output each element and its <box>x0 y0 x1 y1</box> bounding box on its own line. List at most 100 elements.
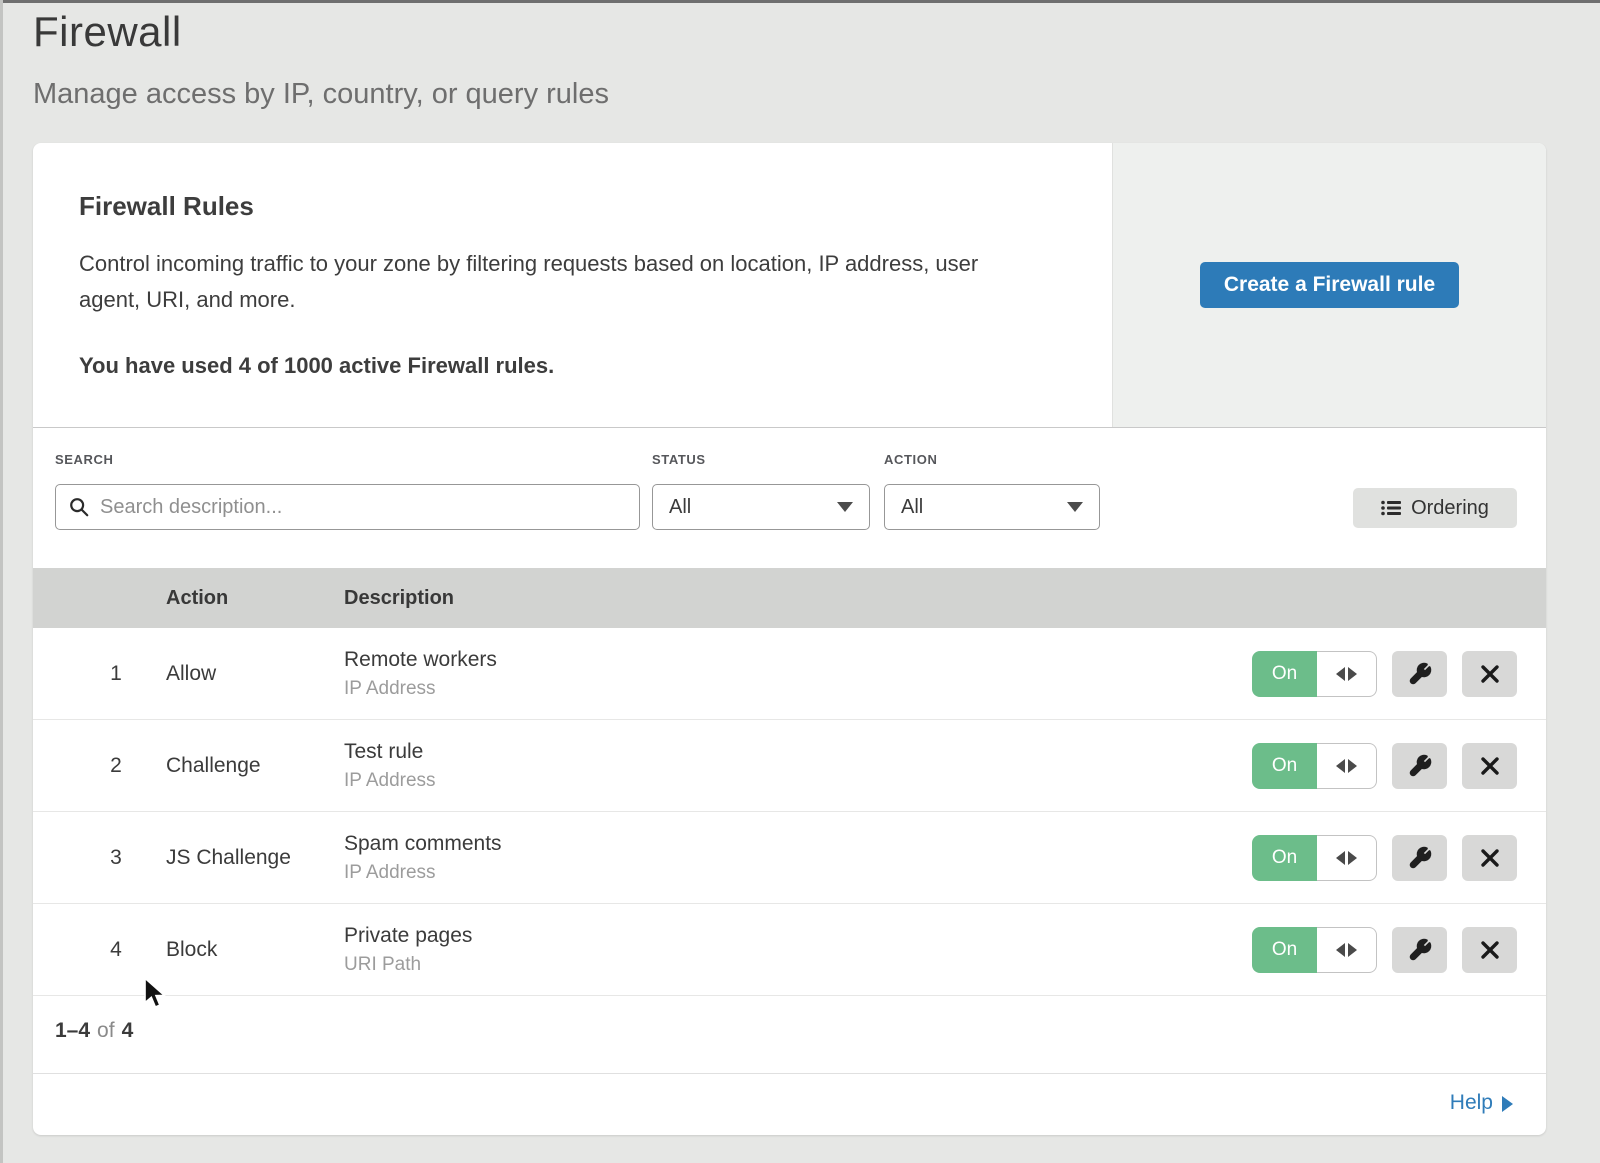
rule-match-field: URI Path <box>344 954 472 976</box>
close-icon <box>1479 939 1501 961</box>
rule-action: Allow <box>166 662 216 686</box>
pagination-range: 1–4 <box>55 1019 90 1042</box>
toggle-arrows-icon <box>1336 667 1345 681</box>
filter-bar: SEARCH STATUS All ACTION All Ordering <box>33 427 1546 568</box>
rule-priority: 4 <box>98 938 134 962</box>
rule-match-field: IP Address <box>344 678 497 700</box>
ordering-list-icon <box>1381 500 1401 516</box>
close-icon <box>1479 847 1501 869</box>
create-firewall-rule-button[interactable]: Create a Firewall rule <box>1200 262 1459 308</box>
rule-description: Spam comments IP Address <box>344 832 502 884</box>
toggle-on-segment[interactable]: On <box>1252 651 1317 697</box>
toggle-arrows-icon <box>1336 759 1345 773</box>
rule-match-field: IP Address <box>344 770 436 792</box>
rule-action: Block <box>166 938 217 962</box>
rule-row: 2 Challenge Test rule IP Address On <box>33 720 1546 812</box>
rule-description-title: Spam comments <box>344 832 502 856</box>
toggle-on-segment[interactable]: On <box>1252 743 1317 789</box>
page-title: Firewall <box>33 8 182 56</box>
delete-rule-button[interactable] <box>1462 651 1517 697</box>
rule-action: Challenge <box>166 754 261 778</box>
search-field-wrap <box>55 484 640 530</box>
rule-description: Test rule IP Address <box>344 740 436 792</box>
delete-rule-button[interactable] <box>1462 835 1517 881</box>
rule-priority: 3 <box>98 846 134 870</box>
rule-row: 4 Block Private pages URI Path On <box>33 904 1546 996</box>
toggle-handle[interactable] <box>1317 743 1377 789</box>
edit-rule-button[interactable] <box>1392 743 1447 789</box>
search-label: SEARCH <box>55 452 114 467</box>
rule-enabled-toggle[interactable]: On <box>1252 835 1377 881</box>
firewall-card: Firewall Rules Control incoming traffic … <box>33 143 1546 1135</box>
rule-enabled-toggle[interactable]: On <box>1252 743 1377 789</box>
wrench-icon <box>1408 846 1432 870</box>
edit-rule-button[interactable] <box>1392 651 1447 697</box>
toggle-arrows-icon <box>1336 851 1345 865</box>
firewall-rules-info: Firewall Rules Control incoming traffic … <box>33 143 1112 427</box>
rule-row: 1 Allow Remote workers IP Address On <box>33 628 1546 720</box>
rule-description-title: Remote workers <box>344 648 497 672</box>
rule-description: Private pages URI Path <box>344 924 472 976</box>
column-header-action: Action <box>166 568 228 628</box>
toggle-arrows-icon <box>1336 943 1345 957</box>
wrench-icon <box>1408 938 1432 962</box>
rule-description-title: Test rule <box>344 740 436 764</box>
help-bar: Help <box>33 1073 1546 1135</box>
toggle-arrows-icon <box>1348 851 1357 865</box>
toggle-handle[interactable] <box>1317 835 1377 881</box>
help-link-label: Help <box>1450 1091 1493 1115</box>
action-select-value: All <box>901 496 923 519</box>
rule-description: Remote workers IP Address <box>344 648 497 700</box>
window-left-edge <box>0 0 3 1163</box>
rule-row: 3 JS Challenge Spam comments IP Address … <box>33 812 1546 904</box>
firewall-rules-section: Firewall Rules Control incoming traffic … <box>33 143 1546 427</box>
action-select[interactable]: All <box>884 484 1100 530</box>
rule-action: JS Challenge <box>166 846 291 870</box>
edit-rule-button[interactable] <box>1392 927 1447 973</box>
toggle-handle[interactable] <box>1317 651 1377 697</box>
rules-section-description: Control incoming traffic to your zone by… <box>79 246 1029 317</box>
rules-usage-note: You have used 4 of 1000 active Firewall … <box>79 353 1052 379</box>
rule-match-field: IP Address <box>344 862 502 884</box>
close-icon <box>1479 755 1501 777</box>
create-rule-panel: Create a Firewall rule <box>1112 143 1546 427</box>
toggle-arrows-icon <box>1348 667 1357 681</box>
rule-description-title: Private pages <box>344 924 472 948</box>
rules-table-body: 1 Allow Remote workers IP Address On <box>33 628 1546 996</box>
pagination-separator: of <box>97 1019 115 1042</box>
rule-priority: 1 <box>98 662 134 686</box>
rule-priority: 2 <box>98 754 134 778</box>
window-top-edge <box>0 0 1600 3</box>
rules-section-title: Firewall Rules <box>79 191 1052 222</box>
status-label: STATUS <box>652 452 706 467</box>
ordering-button-label: Ordering <box>1411 497 1489 520</box>
ordering-button[interactable]: Ordering <box>1353 488 1517 528</box>
action-label: ACTION <box>884 452 937 467</box>
wrench-icon <box>1408 662 1432 686</box>
page-subtitle: Manage access by IP, country, or query r… <box>33 78 609 111</box>
toggle-handle[interactable] <box>1317 927 1377 973</box>
status-select-value: All <box>669 496 691 519</box>
toggle-on-segment[interactable]: On <box>1252 927 1317 973</box>
search-input[interactable] <box>55 484 640 530</box>
pagination-status: 1–4 of 4 <box>55 1019 133 1043</box>
wrench-icon <box>1408 754 1432 778</box>
pagination-total: 4 <box>122 1019 134 1042</box>
toggle-on-segment[interactable]: On <box>1252 835 1317 881</box>
column-header-description: Description <box>344 568 454 628</box>
toggle-arrows-icon <box>1348 759 1357 773</box>
delete-rule-button[interactable] <box>1462 743 1517 789</box>
help-link[interactable]: Help <box>1450 1091 1513 1115</box>
status-select[interactable]: All <box>652 484 870 530</box>
rule-enabled-toggle[interactable]: On <box>1252 651 1377 697</box>
rule-enabled-toggle[interactable]: On <box>1252 927 1377 973</box>
chevron-down-icon <box>837 502 853 512</box>
chevron-down-icon <box>1067 502 1083 512</box>
delete-rule-button[interactable] <box>1462 927 1517 973</box>
toggle-arrows-icon <box>1348 943 1357 957</box>
edit-rule-button[interactable] <box>1392 835 1447 881</box>
help-arrow-icon <box>1502 1096 1513 1112</box>
search-icon <box>68 496 90 518</box>
close-icon <box>1479 663 1501 685</box>
rules-table-header: Action Description <box>33 568 1546 628</box>
